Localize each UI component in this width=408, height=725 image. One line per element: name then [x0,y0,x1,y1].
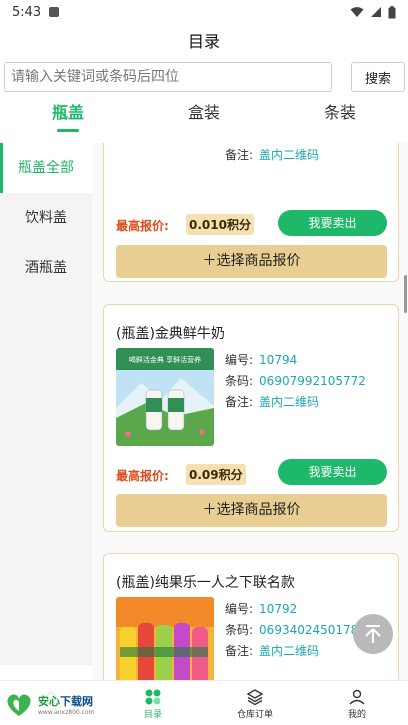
tab-box[interactable]: 盒装 [136,98,272,134]
select-quote-button[interactable]: ＋选择商品报价 [116,494,387,527]
nav-catalog-label: 目录 [143,710,162,720]
nav-catalog[interactable]: 目录 [102,681,204,725]
product-card: (瓶盖)金典鲜牛奶 喝鲜活金典 享鲜活营养 编号: 10794 条码: 069079… [103,304,399,532]
watermark-text: 安心下载网 www.anxz800.com [38,694,95,716]
product-image [116,597,214,680]
remark-row: 备注: 盖内二维码 [225,644,320,658]
sidebar-item-all-caps[interactable]: 瓶盖全部 [0,143,92,193]
top-price-value: 0.010积分 [186,214,254,235]
status-icons [350,5,396,19]
barcode-value: 06907992105772 [259,374,366,388]
remark-row: 备注: 盖内二维码 [225,148,320,162]
scrollbar[interactable] [404,275,407,313]
tab-bottle-cap[interactable]: 瓶盖 [0,98,136,134]
search-row: 搜索 [4,62,406,92]
status-time: 5:43 [12,4,42,20]
remark-value: 盖内二维码 [259,395,320,409]
product-info: 编号: 10794 条码: 06907992105772 备注: 盖内二维码 [225,350,366,413]
sell-button[interactable]: 我要卖出 [278,459,387,485]
barcode-value: 06934024501783 [259,623,366,637]
product-title: (瓶盖)纯果乐一人之下联名款 [116,575,295,591]
category-tabs: 瓶盖 盒装 条装 [0,98,408,134]
nav-profile-label: 我的 [347,710,366,720]
nav-warehouse-orders[interactable]: 仓库订单 [204,681,306,725]
nav-warehouse-orders-label: 仓库订单 [236,710,273,720]
profile-icon [349,689,365,705]
layers-icon [246,689,264,706]
svg-text:喝鲜活金典 享鲜活营养: 喝鲜活金典 享鲜活营养 [129,355,201,364]
code-row: 编号: 10792 [225,602,298,616]
code-value: 10794 [259,353,298,367]
barcode-row: 条码: 06934024501783 [225,623,366,637]
product-list[interactable]: 备注: 盖内二维码 最高报价: 0.010积分 我要卖出 ＋选择商品报价 (瓶盖)… [92,143,408,680]
product-info: 编号: 10792 条码: 06934024501783 备注: 盖内二维码 [225,599,366,662]
arrow-up-icon [365,625,381,643]
catalog-icon [145,689,161,705]
sidebar-item-drink-caps[interactable]: 饮料盖 [0,193,92,243]
product-title: (瓶盖)金典鲜牛奶 [116,326,225,342]
search-button[interactable]: 搜索 [351,62,405,92]
code-value: 10792 [259,602,298,616]
remark-value: 盖内二维码 [259,644,320,658]
code-row: 编号: 10794 [225,353,298,367]
remark-row: 备注: 盖内二维码 [225,395,320,409]
notification-icon [49,7,60,17]
sidebar-item-liquor-caps[interactable]: 酒瓶盖 [0,243,92,293]
product-card: 备注: 盖内二维码 最高报价: 0.010积分 我要卖出 ＋选择商品报价 [103,143,399,282]
tab-strip[interactable]: 条装 [272,98,408,134]
product-image: 喝鲜活金典 享鲜活营养 [116,348,214,446]
top-price-label: 最高报价: [116,219,169,233]
battery-icon [388,5,396,18]
back-to-top-button[interactable] [353,614,393,654]
watermark: 安心下载网 www.anxz800.com [0,685,112,723]
sell-button[interactable]: 我要卖出 [278,210,387,236]
sidebar: 瓶盖全部 饮料盖 酒瓶盖 [0,143,92,665]
top-price-label: 最高报价: [116,469,169,483]
product-info: 备注: 盖内二维码 [225,145,319,166]
page-title: 目录 [187,32,220,51]
watermark-logo-icon [7,694,31,716]
barcode-row: 条码: 06907992105772 [225,374,366,388]
search-input[interactable] [4,62,332,92]
remark-value: 盖内二维码 [259,148,320,162]
select-quote-button[interactable]: ＋选择商品报价 [116,245,387,278]
status-bar: 5:43 [0,0,408,24]
wifi-icon [350,7,364,17]
nav-profile[interactable]: 我的 [306,681,408,725]
top-price-value: 0.09积分 [186,464,246,485]
signal-icon [371,7,381,17]
product-card: (瓶盖)纯果乐一人之下联名款 编号: 10792 条码: 0693402450178… [103,553,399,680]
